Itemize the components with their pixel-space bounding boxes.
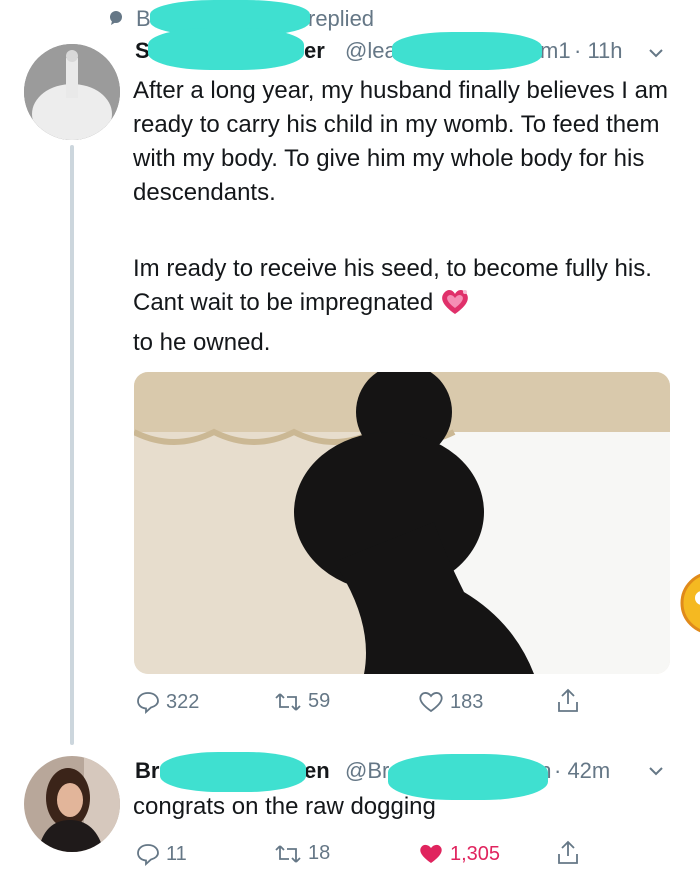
retweet-count: 18 [308,842,331,864]
redaction-mark [392,32,542,70]
timestamp[interactable]: · 42m [554,758,610,784]
tweet-text-2: Im ready to receive his seed, to become … [133,255,652,356]
retweet-icon [274,691,302,713]
user-handle-end[interactable]: m1 [540,38,571,64]
user-handle[interactable]: @lea [345,38,397,64]
tweet-image[interactable] [134,372,670,674]
display-name-end[interactable]: er [304,38,325,64]
retweet-button[interactable]: 18 [274,842,330,865]
speech-bubble-icon [108,10,124,31]
avatar[interactable] [24,756,120,852]
share-button[interactable] [556,688,580,714]
timestamp[interactable]: · 11h [574,38,623,64]
reply-count: 11 [166,842,187,865]
tweet-text: After a long year, my husband finally be… [133,77,668,206]
context-initial: B [136,6,151,31]
redaction-mark [160,752,306,792]
context-replied: replied [308,6,375,31]
reply-button[interactable]: 322 [136,690,199,714]
like-count: 183 [450,690,484,713]
like-button[interactable]: 1,305 [418,842,500,866]
heart-icon [418,690,444,714]
reply-icon [136,842,160,866]
retweet-icon [274,843,302,865]
reply-icon [136,690,160,714]
retweet-count: 59 [308,690,331,712]
tweet-text: congrats on the raw dogging [133,793,436,820]
chevron-down-icon[interactable] [648,46,664,64]
share-icon [556,688,580,714]
like-count: 1,305 [450,842,501,865]
display-name[interactable]: Br [135,758,159,784]
retweet-button[interactable]: 59 [274,690,330,713]
sparkling-heart-icon [440,288,470,326]
redaction-mark [148,28,304,70]
share-icon [556,840,580,866]
share-button[interactable] [556,840,580,866]
thread-line [70,145,74,745]
reply-button[interactable]: 11 [136,842,187,866]
heart-filled-icon [418,842,444,866]
display-name-end[interactable]: en [304,758,330,784]
reply-count: 322 [166,690,200,713]
emoji-sticker [678,568,700,638]
chevron-down-icon[interactable] [648,764,664,782]
like-button[interactable]: 183 [418,690,483,714]
avatar[interactable] [24,44,120,140]
